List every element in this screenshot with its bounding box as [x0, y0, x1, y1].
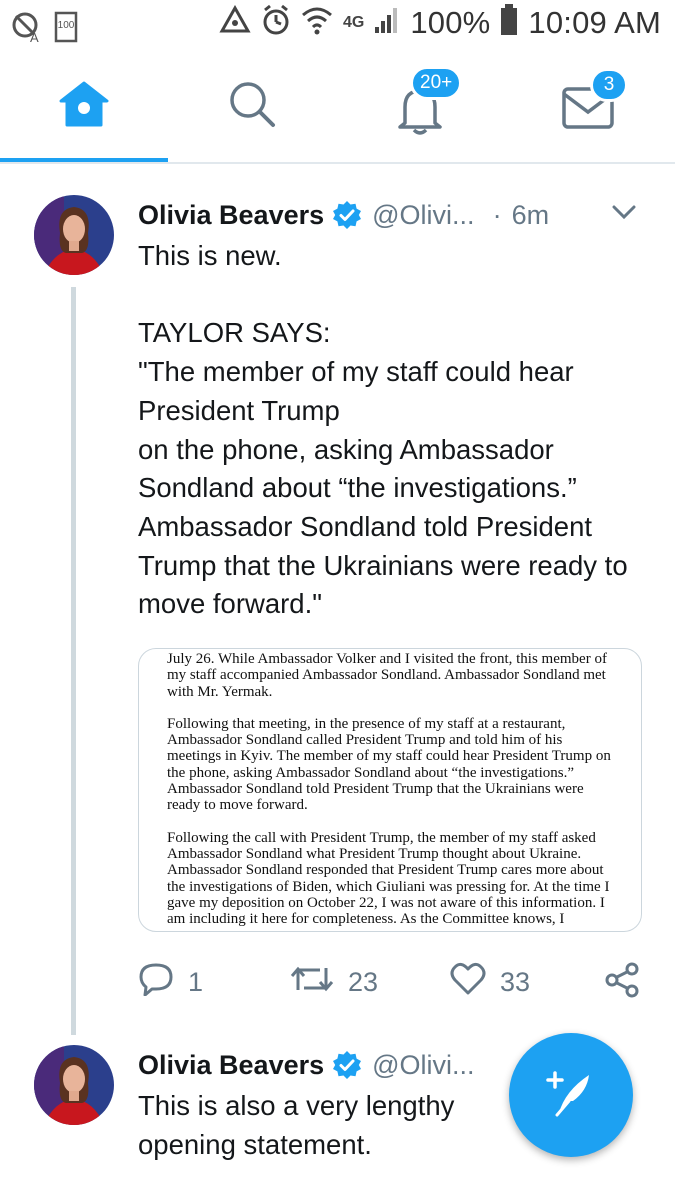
svg-text:A: A	[30, 30, 39, 44]
author-handle: @Olivi...	[372, 199, 475, 230]
tweet-header: Olivia Beavers @Olivi... · 6m	[138, 195, 549, 235]
tweet-image[interactable]: July 26. While Ambassador Volker and I v…	[138, 648, 642, 932]
battery-percent: 100%	[410, 4, 491, 40]
retweet-count: 23	[348, 967, 379, 997]
verified-badge-icon	[332, 1050, 362, 1080]
author-name[interactable]: Olivia Beavers	[138, 1050, 324, 1081]
share-icon	[604, 962, 640, 1005]
feather-plus-icon	[543, 1065, 599, 1126]
like-button[interactable]: 33	[450, 962, 530, 1003]
thread-line	[71, 287, 76, 1035]
tweet[interactable]: Olivia Beavers @Olivi... · 6m This is ne…	[0, 195, 675, 1035]
document-paragraph: Following the call with President Trump,…	[167, 829, 614, 928]
document-paragraph: July 26. While Ambassador Volker and I v…	[167, 651, 611, 700]
author-name[interactable]: Olivia Beavers	[138, 200, 324, 231]
battery-saver-badge-icon: 100	[54, 10, 78, 49]
tweet-text: This is also a very lengthy opening stat…	[138, 1090, 463, 1160]
home-icon	[57, 79, 111, 134]
retweet-icon	[290, 962, 334, 1003]
avatar[interactable]	[34, 195, 114, 275]
top-nav-tabs: 20+ 3	[0, 52, 675, 164]
tab-messages[interactable]: 3	[504, 52, 672, 160]
tweet-actions: 1 23 33	[138, 962, 648, 1006]
share-button[interactable]	[604, 962, 640, 1005]
chevron-down-icon[interactable]	[611, 203, 637, 226]
author-handle: @Olivi...	[372, 1049, 475, 1080]
separator-dot: ·	[492, 199, 502, 230]
tab-notifications[interactable]: 20+	[336, 52, 504, 160]
location-off-icon: A	[10, 10, 44, 49]
battery-icon	[500, 4, 518, 41]
tweet-header: Olivia Beavers @Olivi...	[138, 1045, 475, 1085]
tweet-text: This is new. TAYLOR SAYS: "The member of…	[138, 240, 628, 620]
document-screenshot-text: July 26. While Ambassador Volker and I v…	[167, 651, 615, 931]
messages-badge: 3	[590, 68, 628, 102]
tab-search[interactable]	[168, 52, 336, 160]
verified-badge-icon	[332, 200, 362, 230]
tab-home[interactable]	[0, 52, 168, 162]
compose-tweet-button[interactable]	[509, 1033, 633, 1157]
alarm-icon	[261, 4, 291, 41]
status-bar: A 100 4G 100% 10:09 AM	[0, 0, 675, 52]
signal-icon	[374, 5, 400, 40]
document-paragraph: Following that meeting, in the presence …	[167, 715, 615, 814]
retweet-button[interactable]: 23	[290, 962, 378, 1003]
recycle-icon	[219, 4, 251, 40]
avatar[interactable]	[34, 1045, 114, 1125]
reply-button[interactable]: 1	[138, 962, 203, 1003]
wifi-icon	[301, 5, 333, 40]
clock: 10:09 AM	[528, 4, 661, 40]
reply-icon	[138, 962, 174, 1003]
notifications-badge: 20+	[410, 66, 463, 100]
network-4g-icon: 4G	[342, 13, 365, 31]
search-icon	[227, 79, 277, 134]
like-count: 33	[500, 967, 531, 997]
active-tab-indicator	[0, 158, 168, 162]
tweet-timestamp: 6m	[511, 199, 550, 230]
reply-count: 1	[188, 967, 204, 997]
heart-icon	[450, 962, 486, 1003]
